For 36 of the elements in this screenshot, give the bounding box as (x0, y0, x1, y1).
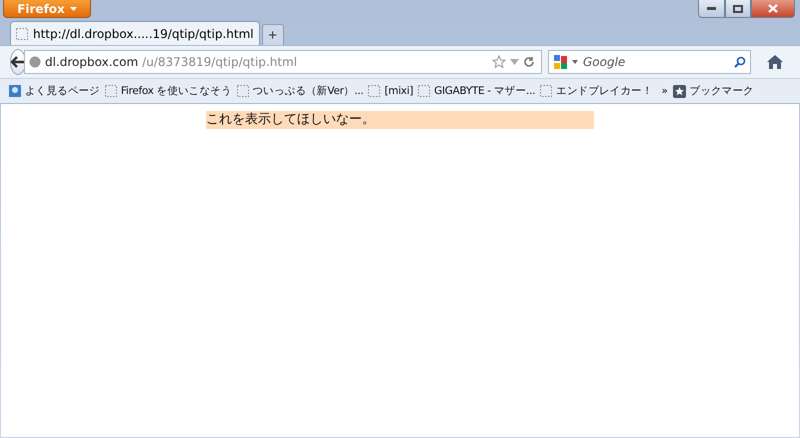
page-icon (16, 28, 28, 40)
search-input[interactable]: Google (581, 51, 731, 73)
bookmark-item[interactable]: エンドブレイカー！ (540, 84, 652, 98)
highlighted-message: これを表示してほしいなー。 (206, 111, 594, 129)
overflow-button[interactable]: » (661, 85, 668, 97)
search-icon[interactable] (734, 56, 746, 68)
minimize-button[interactable] (698, 0, 725, 18)
reload-icon[interactable] (523, 56, 535, 68)
close-icon (768, 4, 778, 13)
minimize-icon (707, 7, 716, 10)
address-bar[interactable]: dl.dropbox.com /u/8373819/qtip/qtip.html (24, 50, 542, 74)
star-icon[interactable] (492, 55, 506, 69)
caret-icon (70, 6, 77, 10)
bookmarks-menu-button[interactable]: ブックマーク (672, 84, 754, 98)
bookmark-item[interactable]: [mixi] (368, 85, 414, 97)
page-icon (540, 85, 552, 97)
url-path: /u/8373819/qtip/qtip.html (142, 55, 298, 69)
maximize-button[interactable] (725, 0, 751, 18)
bookmark-item[interactable]: ついっぷる（新Ver）... (236, 84, 364, 98)
bookmark-item[interactable]: よく見るページ (9, 84, 100, 98)
page-icon (104, 85, 117, 97)
maximize-icon (733, 4, 743, 12)
browser-tab[interactable]: http://dl.dropbox.....19/qtip/qtip.html (10, 21, 260, 45)
dropdown-icon[interactable] (572, 60, 578, 64)
url-host: dl.dropbox.com (45, 55, 138, 69)
page-icon (368, 85, 380, 97)
search-engine-icon[interactable] (553, 54, 569, 70)
page-icon (418, 85, 430, 97)
close-button[interactable] (751, 0, 795, 18)
page-icon (236, 85, 248, 97)
bookmark-item[interactable]: GIGABYTE - マザー... (418, 84, 536, 98)
new-tab-button[interactable]: + (262, 24, 284, 45)
search-field[interactable]: Google (548, 50, 751, 74)
star-icon (672, 84, 686, 98)
bookmark-item[interactable]: Firefox を使いこなそう (104, 84, 232, 98)
home-icon[interactable] (767, 55, 783, 69)
